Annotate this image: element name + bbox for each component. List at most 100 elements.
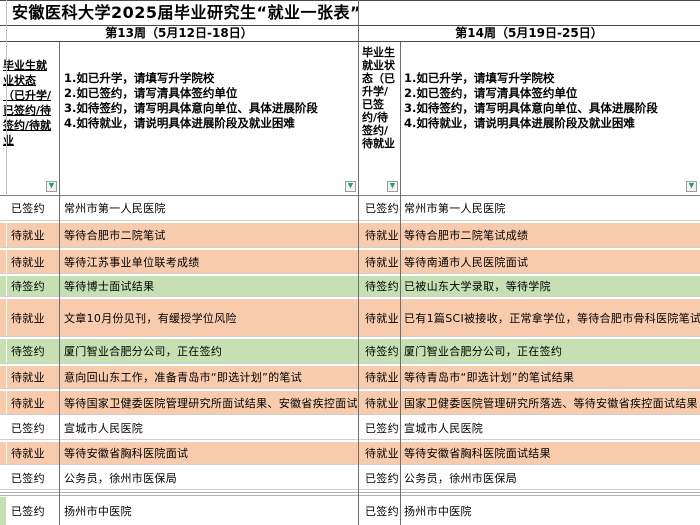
w13-status-cell[interactable]: 已签约 [7, 497, 59, 525]
spreadsheet-view: 安徽医科大学2025届毕业研究生“就业一张表” 第13周（5月12日-18日） … [0, 0, 700, 525]
status-label: 待就业 [365, 395, 399, 411]
table-row: 待就业 意向回山东工作，准备青岛市“即选计划”的笔试 待就业 等待青岛市“即选计… [0, 366, 700, 389]
week14-header-cell[interactable]: 第14周（5月19日-25日） [358, 26, 700, 41]
status-label: 已签约 [11, 503, 45, 519]
w14-status-cell[interactable]: 待签约 [358, 276, 400, 296]
w13-status-cell[interactable]: 待就业 [7, 299, 59, 336]
detail-text: 等待博士面试结果 [64, 278, 154, 294]
title-cell[interactable]: 安徽医科大学2025届毕业研究生“就业一张表” [0, 0, 700, 26]
w14-detail-cell[interactable]: 公务员，徐州市医保局 [400, 467, 700, 489]
w14-detail-cell[interactable]: 国家卫健委医院管理研究所落选、等待安徽省疾控面试结果 [400, 391, 700, 414]
instruction-line: 1.如已升学，请填写升学院校 [64, 71, 356, 86]
w14-detail-cell[interactable]: 等待南通市人民医院面试 [400, 250, 700, 273]
detail-text: 宣城市人民医院 [64, 420, 143, 436]
w14-detail-cell[interactable]: 等待安徽省胸科医院面试结果 [400, 442, 700, 464]
w14-detail-cell[interactable]: 已被山东大学录取，等待学院 [400, 276, 700, 296]
status-label: 待就业 [11, 254, 45, 270]
w14-status-cell[interactable]: 待就业 [358, 366, 400, 388]
w14-status-cell[interactable]: 待就业 [358, 299, 400, 336]
w14-instructions-cell[interactable]: 1.如已升学，请填写升学院校 2.如已签约，请写清具体签约单位 3.如待签约，请… [400, 42, 700, 195]
w13-status-cell[interactable]: 待就业 [7, 442, 59, 464]
w13-status-cell[interactable]: 待就业 [7, 366, 59, 388]
w13-status-cell[interactable]: 已签约 [7, 467, 59, 489]
table-row: 待就业 文章10月份见刊，有缓授学位风险 待就业 已有1篇SCI被接收，正常拿学… [0, 299, 700, 337]
table-row: 已签约 宣城市人民医院 已签约 宣城市人民医院 [0, 417, 700, 440]
detail-text: 等待江苏事业单位联考成绩 [64, 254, 200, 270]
w13-detail-cell[interactable]: 公务员，徐州市医保局 [59, 467, 358, 489]
status-label: 待签约 [11, 343, 45, 359]
w13-detail-cell[interactable]: 等待国家卫健委医院管理研究所面试结果、安徽省疾控面试 [59, 391, 358, 414]
row-leading-cell [0, 442, 7, 464]
gridline-vertical [358, 0, 359, 525]
filter-dropdown-button[interactable]: ▼ [345, 181, 356, 192]
filter-arrow-icon: ▼ [689, 183, 694, 190]
w14-status-cell[interactable]: 待签约 [358, 339, 400, 363]
status-label: 待就业 [365, 310, 399, 326]
status-label: 待就业 [11, 227, 45, 243]
w13-status-cell[interactable]: 待就业 [7, 223, 59, 247]
w14-detail-cell[interactable]: 等待合肥市二院笔试成绩 [400, 223, 700, 247]
w13-status-cell[interactable]: 待签约 [7, 276, 59, 296]
w13-detail-cell[interactable]: 宣城市人民医院 [59, 417, 358, 439]
w14-status-cell[interactable]: 已签约 [358, 467, 400, 489]
status-label: 待就业 [365, 254, 399, 270]
table-row: 已签约 常州市第一人民医院 已签约 常州市第一人民医院 [0, 196, 700, 221]
row-leading-cell [0, 276, 7, 296]
row-leading-cell [0, 467, 7, 489]
w13-status-header-cell[interactable]: 毕业生就业状态（已升学/已签约/待签约/待就业 ▼ [0, 42, 59, 195]
instruction-line: 4.如待就业，请说明具体进展阶段及就业困难 [404, 116, 698, 131]
w14-status-cell[interactable]: 待就业 [358, 250, 400, 273]
w14-status-cell[interactable]: 已签约 [358, 196, 400, 220]
w13-detail-cell[interactable]: 等待安徽省胸科医院面试 [59, 442, 358, 464]
w14-status-cell[interactable]: 已签约 [358, 497, 400, 525]
w14-detail-cell[interactable]: 等待青岛市“即选计划”的笔试结果 [400, 366, 700, 388]
row-leading-cell [0, 417, 7, 439]
w13-status-cell[interactable]: 待就业 [7, 250, 59, 273]
filter-dropdown-button[interactable]: ▼ [46, 181, 57, 192]
w13-status-cell[interactable]: 待签约 [7, 339, 59, 363]
detail-text: 公务员，徐州市医保局 [404, 470, 517, 486]
detail-text: 厦门智业合肥分公司，正在签约 [404, 343, 562, 359]
w14-detail-cell[interactable]: 宣城市人民医院 [400, 417, 700, 439]
table-body: 已签约 常州市第一人民医院 已签约 常州市第一人民医院 待就业 等待合肥市二院笔… [0, 196, 700, 525]
detail-text: 厦门智业合肥分公司，正在签约 [64, 343, 222, 359]
w14-detail-cell[interactable]: 常州市第一人民医院 [400, 196, 700, 220]
pane-split-divider [0, 492, 700, 496]
week13-header-cell[interactable]: 第13周（5月12日-18日） [0, 26, 358, 41]
w13-detail-cell[interactable]: 等待合肥市二院笔试 [59, 223, 358, 247]
w14-status-cell[interactable]: 待就业 [358, 442, 400, 464]
instruction-line: 3.如待签约，请写明具体意向单位、具体进展阶段 [404, 101, 698, 116]
w13-status-cell[interactable]: 待就业 [7, 391, 59, 414]
w14-status-cell[interactable]: 待就业 [358, 223, 400, 247]
table-row: 已签约 扬州市中医院 已签约 扬州市中医院 [0, 497, 700, 525]
status-label: 待就业 [11, 445, 45, 461]
w14-detail-cell[interactable]: 厦门智业合肥分公司，正在签约 [400, 339, 700, 363]
status-header-text: 毕业生就业状态（已升学/已签约/待签约/待就业 [362, 46, 395, 150]
filter-arrow-icon: ▼ [390, 183, 395, 190]
w14-status-cell[interactable]: 待就业 [358, 391, 400, 414]
filter-dropdown-button[interactable]: ▼ [387, 181, 398, 192]
w13-detail-cell[interactable]: 等待博士面试结果 [59, 276, 358, 296]
detail-text: 意向回山东工作，准备青岛市“即选计划”的笔试 [64, 369, 302, 385]
w14-status-cell[interactable]: 已签约 [358, 417, 400, 439]
w13-instructions-cell[interactable]: 1.如已升学，请填写升学院校 2.如已签约，请写清具体签约单位 3.如待签约，请… [59, 42, 358, 195]
detail-text: 公务员，徐州市医保局 [64, 470, 177, 486]
detail-text: 宣城市人民医院 [404, 420, 483, 436]
detail-text: 等待国家卫健委医院管理研究所面试结果、安徽省疾控面试 [64, 395, 358, 411]
w13-detail-cell[interactable]: 等待江苏事业单位联考成绩 [59, 250, 358, 273]
detail-text: 等待南通市人民医院面试 [404, 254, 528, 270]
filter-dropdown-button[interactable]: ▼ [686, 181, 697, 192]
w13-detail-cell[interactable]: 扬州市中医院 [59, 497, 358, 525]
w14-detail-cell[interactable]: 已有1篇SCI被接收，正常拿学位，等待合肥市骨科医院笔试成绩 [400, 299, 700, 336]
w14-status-header-cell[interactable]: 毕业生就业状态（已升学/已签约/待签约/待就业 ▼ [358, 42, 400, 195]
w14-detail-cell[interactable]: 扬州市中医院 [400, 497, 700, 525]
w13-detail-cell[interactable]: 厦门智业合肥分公司，正在签约 [59, 339, 358, 363]
w13-detail-cell[interactable]: 文章10月份见刊，有缓授学位风险 [59, 299, 358, 336]
detail-text: 国家卫健委医院管理研究所落选、等待安徽省疾控面试结果 [404, 395, 698, 411]
row-leading-cell [0, 339, 7, 363]
w13-status-cell[interactable]: 已签约 [7, 196, 59, 220]
detail-text: 等待青岛市“即选计划”的笔试结果 [404, 369, 574, 385]
w13-detail-cell[interactable]: 意向回山东工作，准备青岛市“即选计划”的笔试 [59, 366, 358, 388]
w13-status-cell[interactable]: 已签约 [7, 417, 59, 439]
w13-detail-cell[interactable]: 常州市第一人民医院 [59, 196, 358, 220]
